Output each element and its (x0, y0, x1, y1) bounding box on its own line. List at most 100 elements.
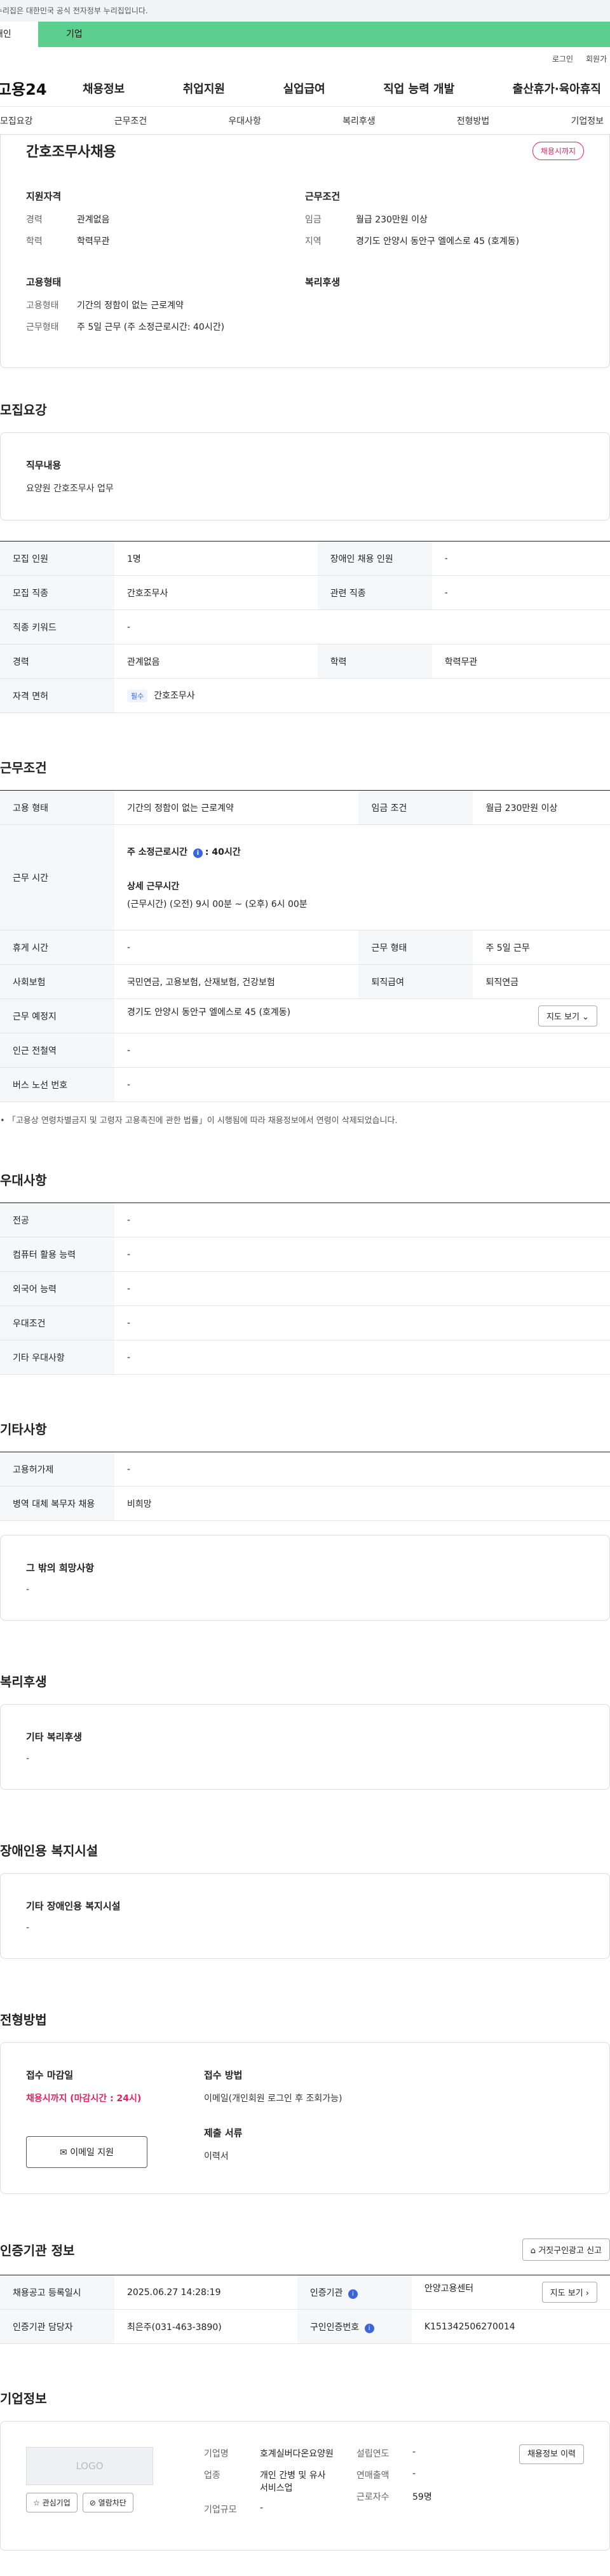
home-icon: ⌂ (530, 2246, 536, 2256)
emp-heading: 고용형태 (26, 276, 62, 288)
gnb-item-leave[interactable]: 출산휴가·육아휴직 (513, 80, 601, 97)
section-anchor-nav: 모집요강 근무조건 우대사항 복리후생 전형방법 기업정보 (0, 107, 610, 135)
gov-notice-text: 이 누리집은 대한민국 공식 전자정부 누리집입니다. (0, 6, 148, 15)
gnb-item-jobs[interactable]: 채용정보 (83, 80, 125, 97)
anchor-work[interactable]: 근무조건 (114, 114, 147, 127)
license-value: 간호조무사 (154, 691, 195, 701)
main-navigation: 고용24 채용정보 취업지원 실업급여 직업 능력 개발 출산휴가·육아휴직 (0, 70, 610, 107)
company-logo-col: LOGO ☆ 관심기업 ⊘ 열람차단 (26, 2447, 204, 2525)
company-history-col: 채용정보 이력 (519, 2444, 584, 2525)
table-row: 근무 예정지 경기도 안양시 동안구 엘에스로 45 (호계동) 지도 보기 ⌄ (0, 998, 610, 1033)
duty-value: 요양원 간호조무사 업무 (26, 484, 114, 494)
summary-grid: 지원자격 경력 관계없음 학력 학력무관 근무조건 임금 월급 230만원 이상 지역… (26, 189, 584, 256)
gnb-menu: 채용정보 취업지원 실업급여 직업 능력 개발 출산휴가·육아휴직 (83, 80, 610, 97)
summary-header: 간호조무사채용 채용시까지 (26, 135, 584, 167)
company-info-col1: 기업명 호계실버다온요양원 업종 개인 간병 및 유사 서비스업 기업규모 - (204, 2449, 334, 2515)
table-row: 휴게 시간 - 근무 형태 주 5일 근무 (0, 930, 610, 965)
welfare-section-title: 복리후생 (0, 1674, 47, 1689)
anchor-company[interactable]: 기업정보 (571, 114, 604, 127)
star-icon: ☆ (33, 2498, 40, 2507)
selection-box: 접수 마감일 채용시까지 (마감시간 : 24시) ✉ 이메일 지원 접수 방법… (0, 2042, 610, 2194)
table-row: 직종 키워드 - (0, 610, 610, 644)
table-row: 자격 면허 필수 간호조무사 (0, 678, 610, 713)
block-view-button[interactable]: ⊘ 열람차단 (82, 2493, 133, 2512)
summary-qual: 지원자격 경력 관계없음 학력 학력무관 (26, 189, 305, 256)
map-button[interactable]: 지도 보기 ⌄ (538, 1005, 597, 1026)
summary-grid: 고용형태 고용형태 기간의 정함이 없는 근로계약 근무형태 주 5일 근무 (주 … (26, 275, 584, 342)
utility-links: 로그인 회원가입 (0, 47, 610, 70)
join-link[interactable]: 회원가입 (586, 53, 607, 64)
disab-section-title: 장애인용 복지시설 (0, 1843, 98, 1858)
info-icon[interactable]: i (364, 2323, 374, 2333)
method-col: 접수 방법 이메일(개인회원 로그인 후 조회가능) 제출 서류 이력서 (204, 2069, 342, 2162)
page: 이 누리집은 대한민국 공식 전자정부 누리집입니다. 개인 기업 로그인 회원… (0, 0, 610, 2576)
info-icon[interactable]: i (193, 848, 203, 858)
cond-heading: 근무조건 (305, 191, 341, 202)
tab-individual[interactable]: 개인 (0, 22, 38, 47)
table-row: 고용 형태 기간의 정함이 없는 근로계약 임금 조건 월급 230만원 이상 (0, 790, 610, 825)
company-box: LOGO ☆ 관심기업 ⊘ 열람차단 기업명 호계실버다온요양원 업종 개인 간병 … (0, 2421, 610, 2551)
pref-table: 전공 - 컴퓨터 활용 능력 - 외국어 능력 - 우대조건 - 기타 우대사항 - (0, 1203, 610, 1375)
table-row: 병역 대체 복무자 채용 비희망 (0, 1486, 610, 1521)
company-logo: LOGO (26, 2447, 153, 2485)
recruit-table: 모집 인원 1명 장애인 채용 인원 - 모집 직종 간호조무사 관련 직종 -… (0, 541, 610, 713)
company-info-col2: 설립연도 - 연매출액 - 근로자수 59명 (356, 2447, 432, 2502)
duty-box: 직무내용 요양원 간호조무사 업무 (0, 432, 610, 521)
work-table: 고용 형태 기간의 정함이 없는 근로계약 임금 조건 월급 230만원 이상 … (0, 790, 610, 1102)
job-history-button[interactable]: 채용정보 이력 (519, 2444, 584, 2464)
table-row: 근무 시간 주 소정근로시간 i: 40시간 상세 근무시간 (근무시간) (오… (0, 824, 610, 930)
selection-section-title: 전형방법 (0, 2012, 47, 2027)
anchor-pref[interactable]: 우대사항 (228, 114, 261, 127)
deadline-value: 채용시까지 (마감시간 : 24시) (26, 2094, 142, 2104)
required-tag: 필수 (127, 690, 148, 702)
job-summary-card: 간호조무사채용 채용시까지 지원자격 경력 관계없음 학력 학력무관 근무조건 임금… (0, 135, 610, 368)
table-row: 사회보험 국민연금, 고용보험, 산재보험, 건강보험 퇴직급여 퇴직연금 (0, 964, 610, 999)
chevron-down-icon: ⌄ (582, 1012, 589, 1022)
cert-section-title: 인증기관 정보 (0, 2243, 75, 2258)
info-icon[interactable]: i (348, 2289, 358, 2299)
tab-business[interactable]: 기업 (38, 22, 610, 47)
duty-label: 직무내용 (26, 460, 62, 471)
gnb-item-unemployment-benefit[interactable]: 실업급여 (283, 80, 325, 97)
summary-welfare: 복리후생 (305, 275, 584, 342)
cert-table: 채용공고 등록일시 2025.06.27 14:28:19 인증기관 i 안양고… (0, 2275, 610, 2344)
table-row: 우대조건 - (0, 1305, 610, 1340)
deadline-badge: 채용시까지 (532, 141, 584, 160)
gov-notice-bar: 이 누리집은 대한민국 공식 전자정부 누리집입니다. (0, 0, 610, 22)
weekly-hours: 주 소정근로시간 i: 40시간 (127, 847, 241, 858)
cert-map-button[interactable]: 지도 보기 › (541, 2282, 597, 2303)
table-row: 버스 노선 번호 - (0, 1067, 610, 1102)
member-type-tabs: 개인 기업 (0, 22, 610, 47)
summary-cond: 근무조건 임금 월급 230만원 이상 지역 경기도 안양시 동안구 엘에스로 45… (305, 189, 584, 256)
summary-kv: 근무형태 주 5일 근무 (주 소정근로시간: 40시간) (26, 322, 225, 332)
other-wish-box: 그 밖의 희망사항 - (0, 1535, 610, 1621)
report-fake-ad-button[interactable]: ⌂ 거짓구인광고 신고 (522, 2239, 610, 2261)
work-place-value: 경기도 안양시 동안구 엘에스로 45 (호계동) (127, 1007, 291, 1018)
gnb-item-employment-support[interactable]: 취업지원 (183, 80, 225, 97)
email-apply-button[interactable]: ✉ 이메일 지원 (26, 2136, 148, 2168)
summary-kv: 고용형태 기간의 정함이 없는 근로계약 (26, 301, 184, 311)
disab-box: 기타 장애인용 복지시설 - (0, 1873, 610, 1959)
etc-section-title: 기타사항 (0, 1422, 47, 1437)
chevron-right-icon: › (585, 2289, 589, 2298)
summary-kv: 경력 관계없음 (26, 215, 110, 225)
bottom-spacer (0, 2551, 610, 2576)
anchor-selection[interactable]: 전형방법 (457, 114, 490, 127)
table-row: 인증기관 담당자 최은주(031-463-3890) 구인인증번호 i K151… (0, 2309, 610, 2344)
table-row: 고용허가제 - (0, 1452, 610, 1487)
gnb-item-vocational-training[interactable]: 직업 능력 개발 (383, 80, 454, 97)
login-link[interactable]: 로그인 (552, 53, 573, 64)
hours-detail-value: (근무시간) (오전) 9시 00분 ~ (오후) 6시 00분 (127, 899, 308, 910)
favorite-company-button[interactable]: ☆ 관심기업 (26, 2493, 78, 2512)
summary-kv: 지역 경기도 안양시 동안구 엘에스로 45 (호계동) (305, 236, 520, 247)
pref-section-title: 우대사항 (0, 1173, 47, 1188)
anchor-welfare[interactable]: 복리후생 (342, 114, 376, 127)
job-title: 간호조무사채용 (26, 144, 116, 160)
table-row: 모집 직종 간호조무사 관련 직종 - (0, 575, 610, 610)
anchor-recruit[interactable]: 모집요강 (0, 114, 33, 127)
etc-table: 고용허가제 - 병역 대체 복무자 채용 비희망 (0, 1452, 610, 1521)
table-row: 경력 관계없음 학력 학력무관 (0, 644, 610, 679)
site-logo[interactable]: 고용24 (0, 77, 83, 99)
table-row: 기타 우대사항 - (0, 1340, 610, 1375)
welfare-box: 기타 복리후생 - (0, 1704, 610, 1790)
